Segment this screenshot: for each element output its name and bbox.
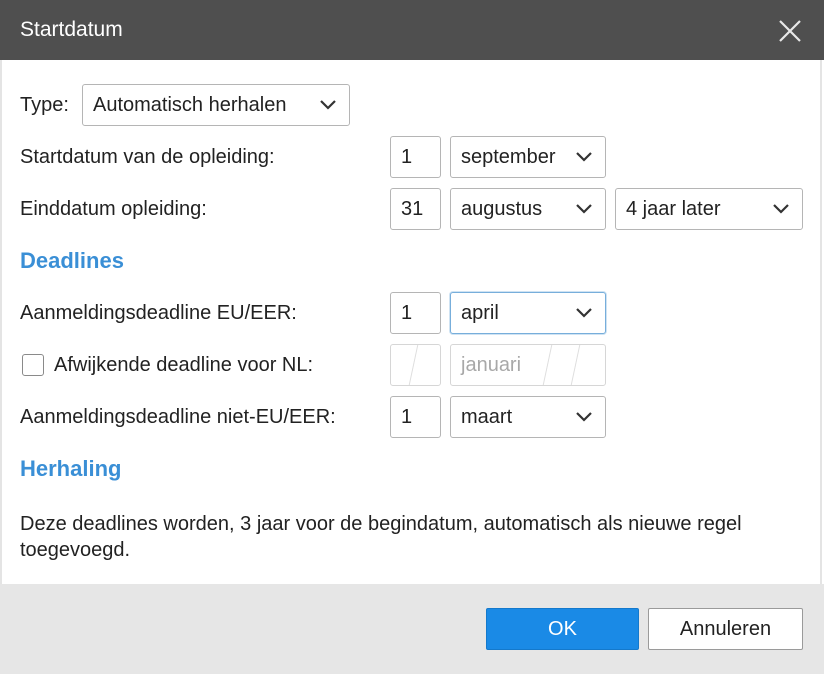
eu-month-value: april: [461, 302, 499, 324]
eu-month-select[interactable]: april: [450, 292, 606, 334]
start-day-value: 1: [401, 146, 413, 168]
nl-deadline-checkbox[interactable]: [22, 354, 44, 376]
nl-month-placeholder: januari: [461, 354, 522, 376]
chevron-down-icon: [576, 152, 592, 162]
non-eu-deadline-label: Aanmeldingsdeadline niet-EU/EER:: [20, 406, 336, 428]
repeat-heading: Herhaling: [20, 456, 122, 481]
start-month-value: september: [461, 146, 556, 168]
non-eu-month-select[interactable]: maart: [450, 396, 606, 438]
nl-deadline-label: Afwijkende deadline voor NL:: [54, 354, 314, 376]
non-eu-day-value: 1: [401, 406, 413, 428]
end-day-input[interactable]: 31: [390, 188, 441, 230]
chevron-down-icon: [576, 412, 592, 422]
type-label: Type:: [20, 94, 69, 116]
close-icon[interactable]: [778, 19, 802, 43]
deadlines-heading: Deadlines: [20, 248, 124, 273]
disabled-hatch: [570, 345, 581, 385]
nl-day-input[interactable]: [390, 344, 441, 386]
disabled-hatch: [542, 345, 553, 385]
cancel-button[interactable]: Annuleren: [648, 608, 803, 650]
chevron-down-icon: [576, 308, 592, 318]
eu-deadline-label: Aanmeldingsdeadline EU/EER:: [20, 302, 297, 324]
start-day-input[interactable]: 1: [390, 136, 441, 178]
chevron-down-icon: [576, 204, 592, 214]
chevron-down-icon: [320, 100, 336, 110]
non-eu-month-value: maart: [461, 406, 513, 428]
end-offset-value: 4 jaar later: [626, 198, 721, 220]
eu-day-value: 1: [401, 302, 413, 324]
start-date-label: Startdatum van de opleiding:: [20, 146, 275, 168]
start-month-select[interactable]: september: [450, 136, 606, 178]
eu-day-input[interactable]: 1: [390, 292, 441, 334]
chevron-down-icon: [773, 204, 789, 214]
end-offset-select[interactable]: 4 jaar later: [615, 188, 803, 230]
end-date-label: Einddatum opleiding:: [20, 198, 207, 220]
non-eu-day-input[interactable]: 1: [390, 396, 441, 438]
disabled-hatch: [408, 345, 419, 385]
type-select-value: Automatisch herhalen: [93, 94, 287, 116]
dialog-title: Startdatum: [20, 18, 123, 41]
ok-button[interactable]: OK: [486, 608, 639, 650]
dialog-footer: OK Annuleren: [0, 584, 824, 674]
end-month-select[interactable]: augustus: [450, 188, 606, 230]
end-day-value: 31: [401, 198, 424, 220]
repeat-info-text: Deze deadlines worden, 3 jaar voor de be…: [20, 513, 742, 561]
nl-month-select[interactable]: januari: [450, 344, 606, 386]
dialog-titlebar: Startdatum: [0, 0, 824, 60]
type-select[interactable]: Automatisch herhalen: [82, 84, 350, 126]
end-month-value: augustus: [461, 198, 543, 220]
